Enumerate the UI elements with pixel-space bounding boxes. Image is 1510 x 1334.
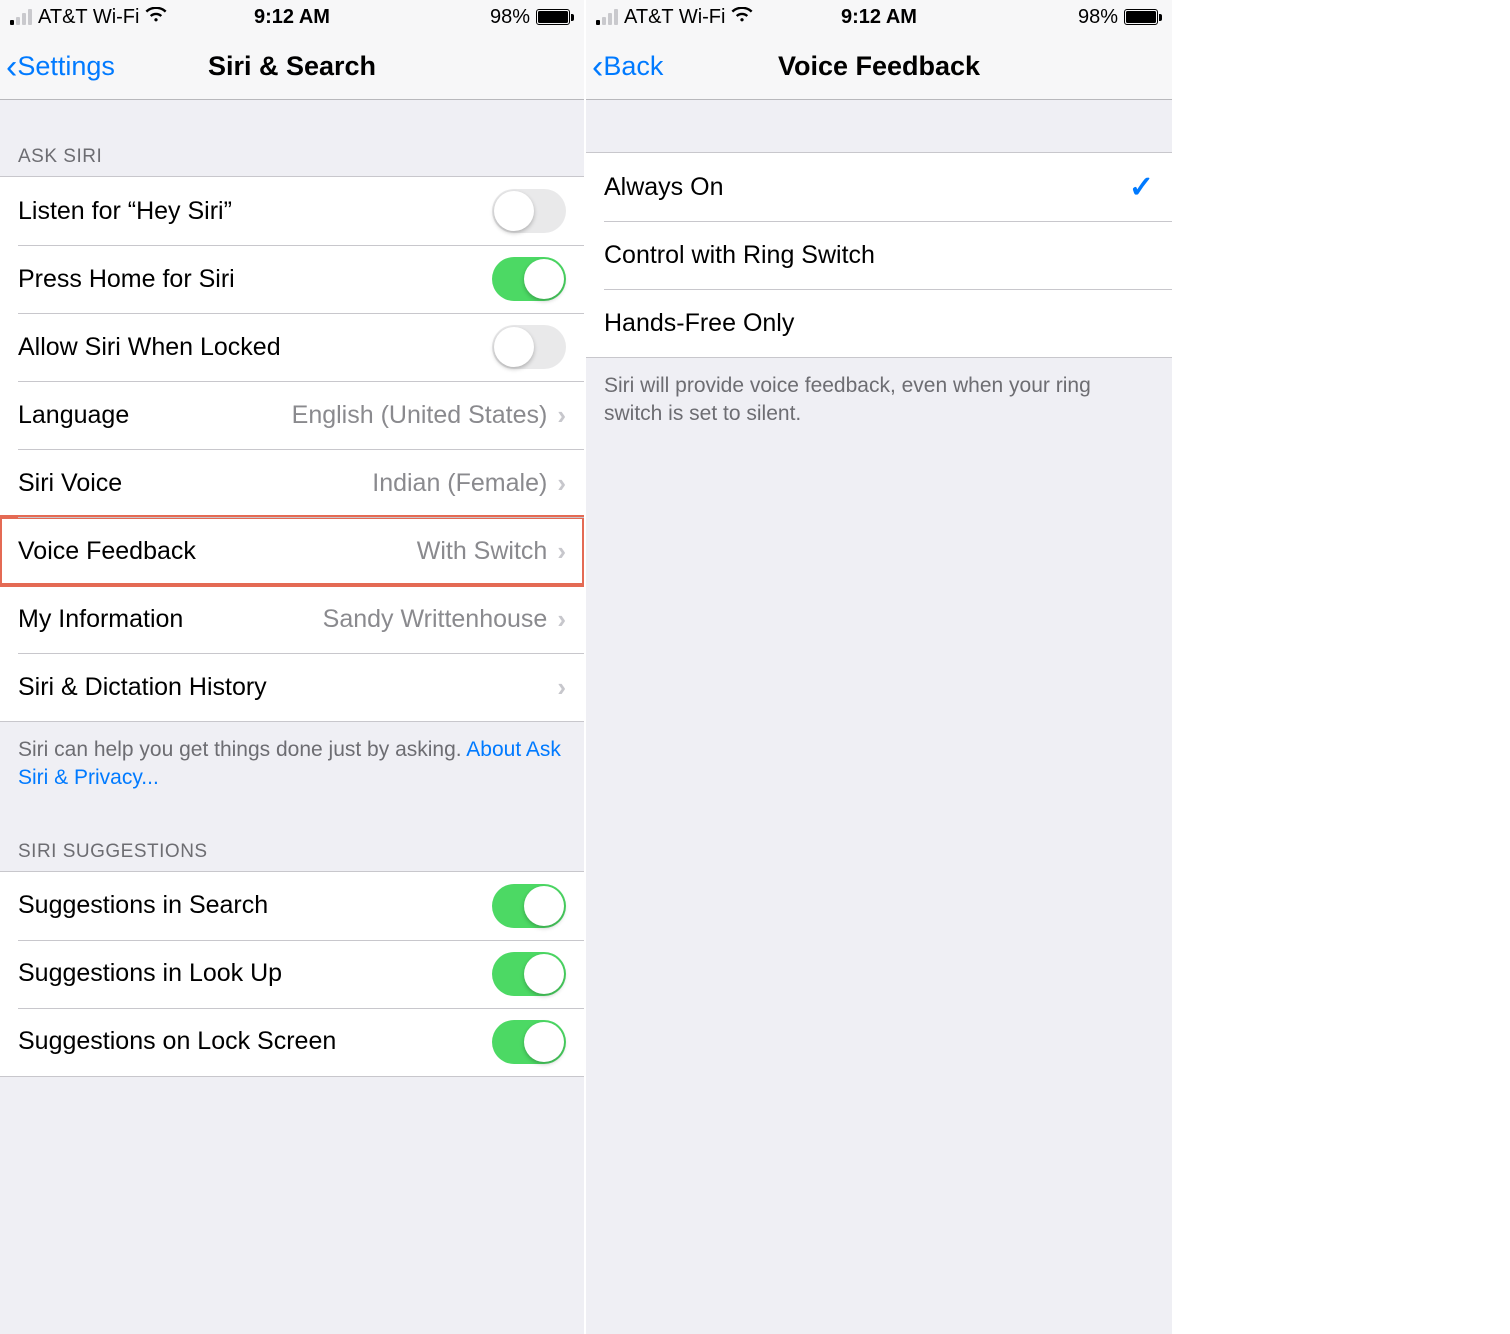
row-language[interactable]: Language English (United States) › xyxy=(0,381,584,449)
chevron-left-icon: ‹ xyxy=(592,50,603,84)
group-voice-feedback-options: Always On ✓ Control with Ring Switch Han… xyxy=(586,152,1172,358)
row-siri-history[interactable]: Siri & Dictation History › xyxy=(0,653,584,721)
nav-header: ‹ Back Voice Feedback xyxy=(586,34,1172,100)
row-press-home[interactable]: Press Home for Siri xyxy=(0,245,584,313)
nav-back-button[interactable]: ‹ Settings xyxy=(0,50,115,84)
group-ask-siri: Listen for “Hey Siri” Press Home for Sir… xyxy=(0,176,584,722)
status-bar: AT&T Wi-Fi 9:12 AM 98% xyxy=(0,0,584,34)
option-label: Hands-Free Only xyxy=(604,309,794,338)
row-sugg-lockscreen[interactable]: Suggestions on Lock Screen xyxy=(0,1008,584,1076)
row-value: English (United States) xyxy=(129,401,557,430)
nav-back-button[interactable]: ‹ Back xyxy=(586,50,663,84)
signal-icon xyxy=(596,9,618,25)
section-header-suggestions: Siri Suggestions xyxy=(0,815,584,871)
row-voice-feedback[interactable]: Voice Feedback With Switch › xyxy=(0,517,584,585)
option-hands-free[interactable]: Hands-Free Only xyxy=(586,289,1172,357)
clock-label: 9:12 AM xyxy=(254,6,330,29)
row-sugg-search[interactable]: Suggestions in Search xyxy=(0,872,584,940)
option-ring-switch[interactable]: Control with Ring Switch xyxy=(586,221,1172,289)
wifi-icon xyxy=(731,6,753,29)
screen-siri-search: AT&T Wi-Fi 9:12 AM 98% ‹ Settings Siri &… xyxy=(0,0,586,1334)
nav-back-label: Back xyxy=(603,51,663,82)
toggle-hey-siri[interactable] xyxy=(492,189,566,233)
page-title: Voice Feedback xyxy=(778,51,980,82)
row-value: Sandy Writtenhouse xyxy=(183,605,557,634)
row-label: Language xyxy=(18,401,129,430)
battery-icon xyxy=(1124,9,1162,25)
row-label: Siri Voice xyxy=(18,469,122,498)
battery-icon xyxy=(536,9,574,25)
footer-ask-siri: Siri can help you get things done just b… xyxy=(0,722,584,815)
row-value: With Switch xyxy=(196,537,557,566)
wifi-icon xyxy=(145,6,167,29)
carrier-label: AT&T Wi-Fi xyxy=(624,6,725,29)
row-label: Suggestions in Search xyxy=(18,891,268,920)
nav-back-label: Settings xyxy=(17,51,115,82)
row-label: My Information xyxy=(18,605,183,634)
chevron-right-icon: › xyxy=(557,536,566,567)
section-header-ask-siri: Ask Siri xyxy=(0,100,584,176)
row-label: Allow Siri When Locked xyxy=(18,333,281,362)
battery-pct-label: 98% xyxy=(1078,6,1118,29)
toggle-sugg-search[interactable] xyxy=(492,884,566,928)
toggle-sugg-lockscreen[interactable] xyxy=(492,1020,566,1064)
chevron-right-icon: › xyxy=(557,672,566,703)
group-suggestions: Suggestions in Search Suggestions in Loo… xyxy=(0,871,584,1077)
screen-voice-feedback: AT&T Wi-Fi 9:12 AM 98% ‹ Back Voice Feed… xyxy=(586,0,1172,1334)
toggle-sugg-lookup[interactable] xyxy=(492,952,566,996)
carrier-label: AT&T Wi-Fi xyxy=(38,6,139,29)
battery-pct-label: 98% xyxy=(490,6,530,29)
row-my-information[interactable]: My Information Sandy Writtenhouse › xyxy=(0,585,584,653)
option-label: Control with Ring Switch xyxy=(604,241,875,270)
chevron-left-icon: ‹ xyxy=(6,50,17,84)
row-value: Indian (Female) xyxy=(122,469,557,498)
row-label: Listen for “Hey Siri” xyxy=(18,197,232,226)
option-label: Always On xyxy=(604,173,723,202)
row-label: Press Home for Siri xyxy=(18,265,235,294)
nav-header: ‹ Settings Siri & Search xyxy=(0,34,584,100)
checkmark-icon: ✓ xyxy=(1129,170,1154,205)
chevron-right-icon: › xyxy=(557,400,566,431)
row-siri-voice[interactable]: Siri Voice Indian (Female) › xyxy=(0,449,584,517)
signal-icon xyxy=(10,9,32,25)
footer-text: Siri can help you get things done just b… xyxy=(18,738,466,761)
toggle-press-home[interactable] xyxy=(492,257,566,301)
row-sugg-lookup[interactable]: Suggestions in Look Up xyxy=(0,940,584,1008)
option-always-on[interactable]: Always On ✓ xyxy=(586,153,1172,221)
row-label: Suggestions in Look Up xyxy=(18,959,282,988)
row-allow-locked[interactable]: Allow Siri When Locked xyxy=(0,313,584,381)
footer-voice-feedback: Siri will provide voice feedback, even w… xyxy=(586,358,1172,451)
clock-label: 9:12 AM xyxy=(841,6,917,29)
row-listen-hey-siri[interactable]: Listen for “Hey Siri” xyxy=(0,177,584,245)
row-label: Voice Feedback xyxy=(18,537,196,566)
row-label: Suggestions on Lock Screen xyxy=(18,1027,336,1056)
status-bar: AT&T Wi-Fi 9:12 AM 98% xyxy=(586,0,1172,34)
toggle-allow-locked[interactable] xyxy=(492,325,566,369)
chevron-right-icon: › xyxy=(557,468,566,499)
row-label: Siri & Dictation History xyxy=(18,673,267,702)
chevron-right-icon: › xyxy=(557,604,566,635)
page-title: Siri & Search xyxy=(208,51,376,82)
